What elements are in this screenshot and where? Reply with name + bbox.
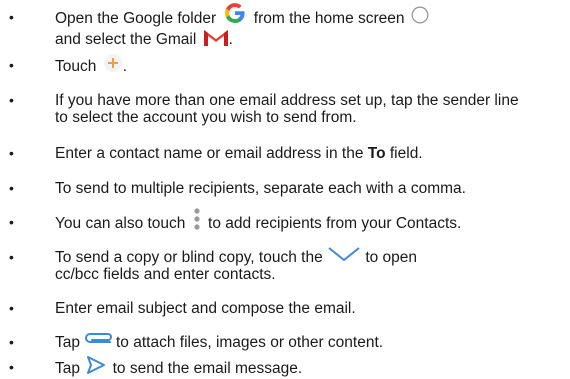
list-item-text: Tap to attach files, images or other con… — [55, 333, 565, 352]
plus-icon — [103, 53, 123, 77]
text-span: Tap — [55, 334, 80, 352]
bullet: • — [9, 334, 14, 350]
bullet: • — [9, 180, 14, 196]
list-item-text: To send a copy or blind copy, touch the … — [55, 246, 565, 283]
list-item-text: Enter email subject and compose the emai… — [55, 300, 356, 317]
text-span: field. — [389, 145, 423, 162]
text-span: . — [122, 58, 127, 76]
more-vertical-icon — [193, 208, 201, 234]
text-span: cc/bcc fields and enter contacts. — [55, 266, 276, 283]
list-item-text: If you have more than one email address … — [55, 92, 519, 126]
chevron-down-icon — [327, 246, 361, 266]
text-span: . — [228, 31, 233, 49]
list-item-text: Enter a contact name or email address in… — [55, 145, 565, 162]
bullet: • — [9, 214, 14, 230]
text-span: to send the email message. — [112, 360, 303, 378]
bullet: • — [9, 57, 14, 73]
bullet: • — [9, 145, 14, 161]
list-item-text: Tap to send the email message. — [55, 356, 565, 379]
list-item-text: You can also touch to add recipients fro… — [55, 208, 565, 234]
text-span: Tap — [55, 360, 80, 378]
text-span: to add recipients from your Contacts. — [208, 215, 462, 233]
bullet: • — [9, 9, 14, 25]
field-name-to: To — [367, 145, 386, 162]
gmail-icon — [203, 27, 229, 51]
text-span: Open the Google folder — [55, 10, 217, 28]
paperclip-icon — [81, 330, 115, 352]
list-item-text: To send to multiple recipients, separate… — [55, 180, 466, 197]
bullet: • — [9, 249, 14, 265]
text-span: to attach files, images or other content… — [116, 334, 384, 352]
google-g-icon — [223, 1, 247, 29]
text-span: Enter a contact name or email address in… — [55, 145, 364, 162]
text-span: and select the Gmail — [55, 31, 197, 49]
home-circle-icon — [411, 6, 429, 28]
text-span: to open — [365, 249, 418, 266]
text-span: Touch — [55, 58, 97, 76]
send-icon — [86, 355, 106, 379]
list-item-text: Open the Google folder from the home scr… — [55, 3, 565, 51]
list-item-text: Touch . — [55, 54, 565, 77]
bullet: • — [9, 92, 14, 108]
text-span: To send a copy or blind copy, touch the — [55, 249, 323, 266]
bullet: • — [9, 300, 14, 316]
text-span: You can also touch — [55, 215, 186, 233]
text-span: from the home screen — [253, 10, 405, 28]
